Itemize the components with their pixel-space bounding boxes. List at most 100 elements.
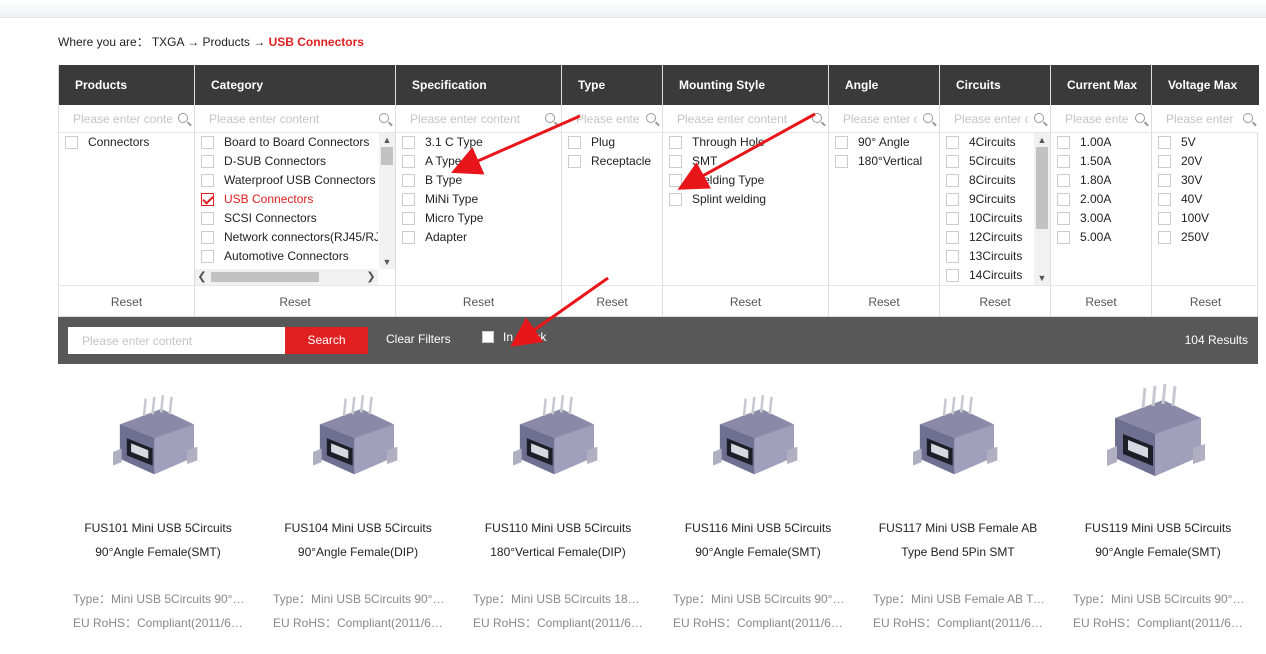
product-name-line2[interactable]: 90°Angle Female(SMT)	[1058, 540, 1258, 564]
filter-search-input[interactable]	[195, 105, 395, 132]
scroll-up-icon[interactable]: ▲	[379, 133, 395, 147]
filter-option[interactable]: D-SUB Connectors	[195, 152, 378, 171]
product-name-line2[interactable]: 90°Angle Female(DIP)	[258, 540, 458, 564]
scroll-left-icon[interactable]: ❮	[195, 269, 209, 285]
checkbox[interactable]	[1158, 174, 1171, 187]
filter-search-input[interactable]	[59, 105, 194, 132]
product-name[interactable]: FUS110 Mini USB 5Circuits 180°Vertical Fe…	[458, 516, 658, 564]
filter-option[interactable]: SCSI Connectors	[195, 209, 378, 228]
product-name-line1[interactable]: FUS116 Mini USB 5Circuits	[658, 516, 858, 540]
checkbox[interactable]	[402, 174, 415, 187]
usb-connector-image[interactable]	[493, 378, 613, 493]
product-name-line1[interactable]: FUS110 Mini USB 5Circuits	[458, 516, 658, 540]
filter-option[interactable]: 13Circuits	[940, 247, 1033, 266]
breadcrumb-home-link[interactable]: TXGA	[152, 35, 184, 49]
checkbox[interactable]	[201, 193, 214, 206]
breadcrumb-products-link[interactable]: Products	[203, 35, 250, 49]
filter-search-input[interactable]	[663, 105, 828, 132]
product-name-line1[interactable]: FUS117 Mini USB Female AB	[858, 516, 1058, 540]
checkbox[interactable]	[201, 250, 214, 263]
filter-option[interactable]: USB Connectors	[195, 190, 378, 209]
product-card[interactable]: FUS101 Mini USB 5Circuits 90°Angle Female…	[58, 378, 248, 648]
search-button[interactable]: Search	[285, 327, 368, 354]
filter-option[interactable]: Welding Type	[663, 171, 829, 190]
checkbox[interactable]	[946, 136, 959, 149]
reset-button[interactable]: Reset	[396, 285, 561, 317]
product-name-line1[interactable]: FUS101 Mini USB 5Circuits	[58, 516, 258, 540]
product-name-line1[interactable]: FUS119 Mini USB 5Circuits	[1058, 516, 1258, 540]
product-name-line2[interactable]: 180°Vertical Female(DIP)	[458, 540, 658, 564]
filter-option[interactable]: 5.00A	[1051, 228, 1152, 247]
usb-connector-image[interactable]	[293, 378, 413, 493]
checkbox[interactable]	[835, 155, 848, 168]
checkbox[interactable]	[946, 250, 959, 263]
vertical-scrollbar[interactable]: ▲ ▼	[379, 133, 395, 269]
checkbox[interactable]	[568, 136, 581, 149]
product-name-line2[interactable]: 90°Angle Female(SMT)	[658, 540, 858, 564]
scrollbar-thumb[interactable]	[381, 147, 393, 165]
reset-button[interactable]: Reset	[1051, 285, 1151, 317]
filter-option[interactable]: 90° Angle	[829, 133, 940, 152]
checkbox[interactable]	[835, 136, 848, 149]
scrollbar-thumb[interactable]	[211, 272, 319, 282]
filter-option[interactable]: Adapter	[396, 228, 562, 247]
checkbox[interactable]	[402, 136, 415, 149]
checkbox[interactable]	[946, 212, 959, 225]
product-name[interactable]: FUS116 Mini USB 5Circuits 90°Angle Female…	[658, 516, 858, 564]
checkbox[interactable]	[65, 136, 78, 149]
product-card[interactable]: FUS110 Mini USB 5Circuits 180°Vertical Fe…	[458, 378, 648, 648]
checkbox[interactable]	[946, 231, 959, 244]
checkbox[interactable]	[1057, 174, 1070, 187]
filter-option[interactable]: A Type	[396, 152, 562, 171]
scroll-right-icon[interactable]: ❯	[364, 269, 378, 285]
checkbox[interactable]	[201, 136, 214, 149]
product-name-line2[interactable]: Type Bend 5Pin SMT	[858, 540, 1058, 564]
filter-option[interactable]: 9Circuits	[940, 190, 1033, 209]
filter-option[interactable]: 3.1 C Type	[396, 133, 562, 152]
filter-option[interactable]: SMT	[663, 152, 829, 171]
filter-option[interactable]: 180°Vertical	[829, 152, 940, 171]
checkbox[interactable]	[669, 193, 682, 206]
search-icon[interactable]	[812, 113, 822, 123]
checkbox[interactable]	[1158, 155, 1171, 168]
checkbox[interactable]	[1057, 212, 1070, 225]
search-icon[interactable]	[1034, 113, 1044, 123]
filter-option[interactable]: 12Circuits	[940, 228, 1033, 247]
scrollbar-thumb[interactable]	[1036, 147, 1048, 229]
filter-option[interactable]: 2.00A	[1051, 190, 1152, 209]
usb-connector-image[interactable]	[893, 378, 1013, 493]
checkbox[interactable]	[568, 155, 581, 168]
filter-option[interactable]: 40V	[1152, 190, 1259, 209]
keyword-search-input[interactable]	[68, 327, 285, 354]
reset-button[interactable]: Reset	[940, 285, 1050, 317]
checkbox[interactable]	[402, 231, 415, 244]
filter-option[interactable]: Receptacle	[562, 152, 663, 171]
checkbox[interactable]	[1158, 136, 1171, 149]
checkbox[interactable]	[669, 174, 682, 187]
checkbox[interactable]	[946, 174, 959, 187]
filter-option[interactable]: 3.00A	[1051, 209, 1152, 228]
scroll-up-icon[interactable]: ▲	[1034, 133, 1050, 147]
product-name[interactable]: FUS119 Mini USB 5Circuits 90°Angle Female…	[1058, 516, 1258, 564]
usb-connector-image[interactable]	[93, 378, 213, 493]
scroll-down-icon[interactable]: ▼	[1034, 271, 1050, 285]
checkbox[interactable]	[1057, 136, 1070, 149]
in-stock-label[interactable]: In Stock	[503, 330, 546, 344]
filter-option[interactable]: Connectors	[59, 133, 195, 152]
usb-connector-image[interactable]	[693, 378, 813, 493]
filter-option[interactable]: Splint welding	[663, 190, 829, 209]
search-icon[interactable]	[379, 113, 389, 123]
filter-search-input[interactable]	[396, 105, 561, 132]
checkbox[interactable]	[946, 193, 959, 206]
filter-option[interactable]: Automotive Connectors	[195, 247, 378, 266]
checkbox[interactable]	[402, 193, 415, 206]
filter-option[interactable]: Waterproof USB Connectors	[195, 171, 378, 190]
reset-button[interactable]: Reset	[829, 285, 939, 317]
checkbox[interactable]	[669, 136, 682, 149]
clear-filters-button[interactable]: Clear Filters	[386, 332, 451, 346]
vertical-scrollbar[interactable]: ▲ ▼	[1034, 133, 1050, 285]
checkbox[interactable]	[1158, 193, 1171, 206]
product-name[interactable]: FUS117 Mini USB Female AB Type Bend 5Pin …	[858, 516, 1058, 564]
filter-option[interactable]: Through Hole	[663, 133, 829, 152]
checkbox[interactable]	[201, 231, 214, 244]
